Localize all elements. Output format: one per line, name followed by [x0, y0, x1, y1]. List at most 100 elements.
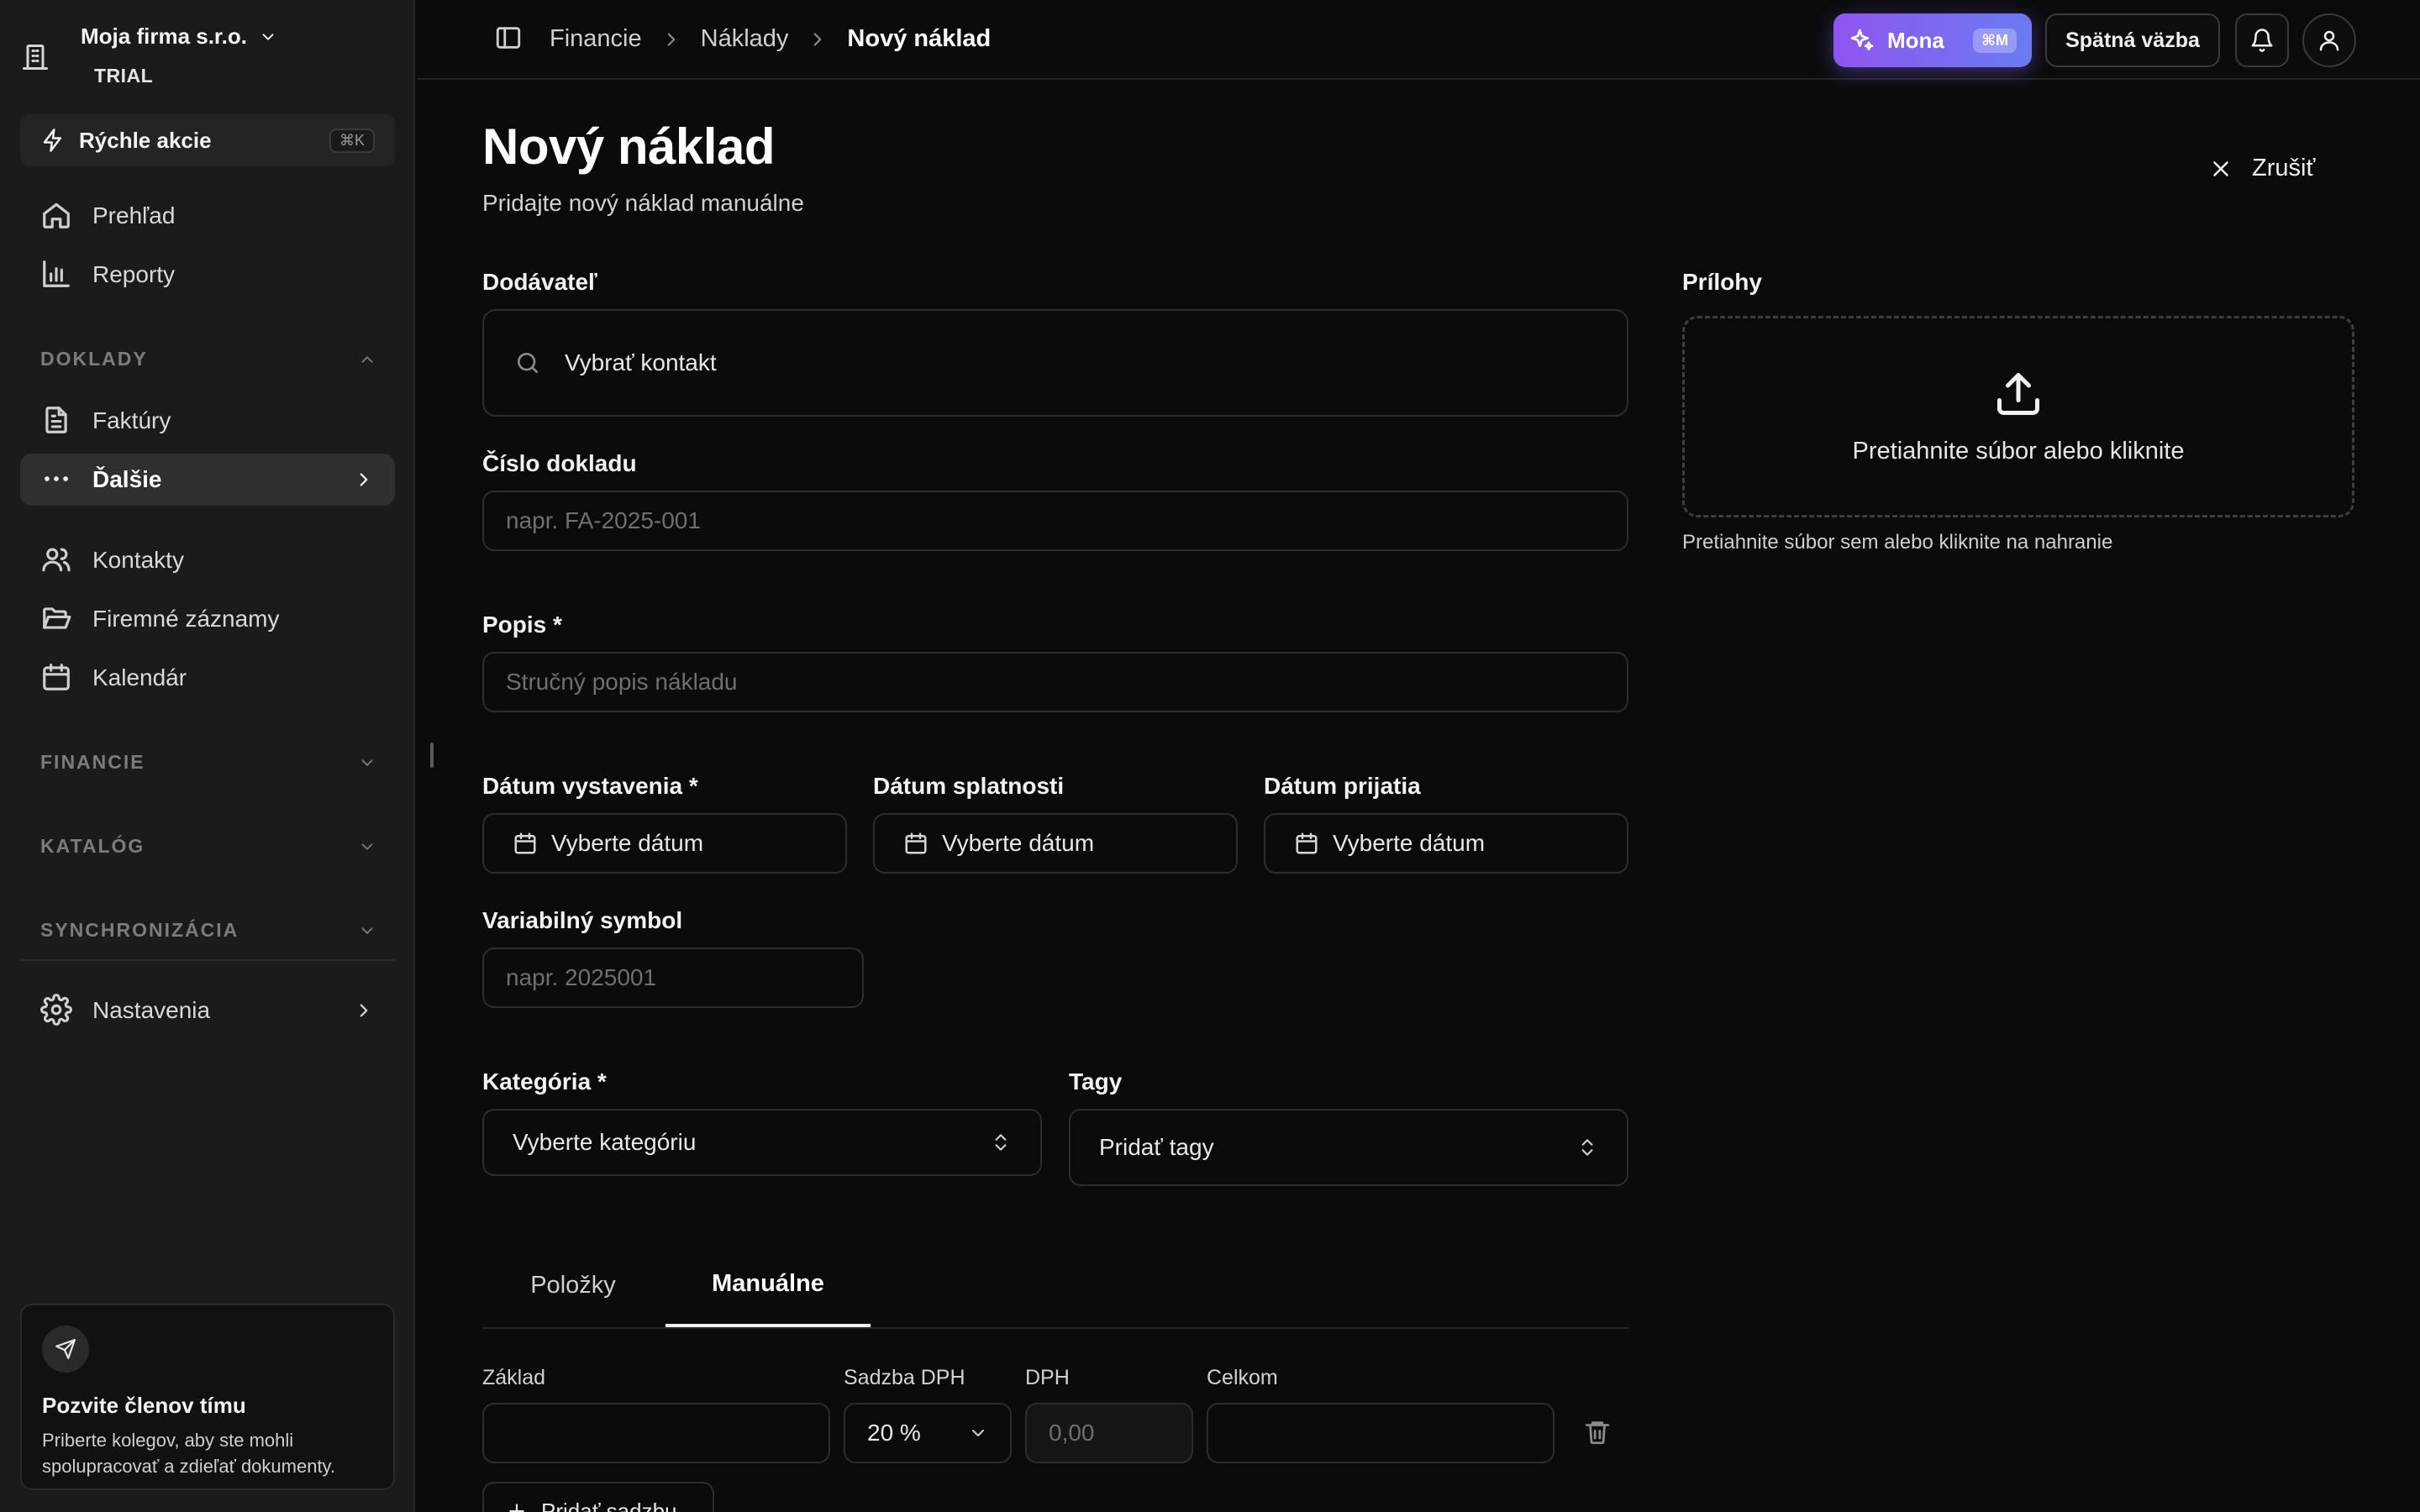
category-value: Vyberte kategóriu: [513, 1129, 697, 1155]
variable-symbol-placeholder: napr. 2025001: [506, 964, 657, 990]
breadcrumb-current: Nový náklad: [847, 25, 992, 52]
doc-number-input[interactable]: napr. FA-2025-001: [482, 491, 1628, 551]
description-placeholder: Stručný popis nákladu: [506, 669, 738, 695]
mona-assistant-button[interactable]: Mona ⌘M: [1833, 13, 2032, 67]
variable-symbol-input[interactable]: napr. 2025001: [482, 948, 864, 1008]
add-rate-button[interactable]: Pridať sadzbu: [482, 1482, 714, 1512]
cancel-button[interactable]: Zrušiť: [2208, 155, 2315, 182]
sidebar-item-label: Faktúry: [92, 407, 171, 433]
sidebar-item-settings[interactable]: Nastavenia: [20, 984, 395, 1037]
supplier-label: Dodávateľ: [482, 269, 597, 295]
upload-icon: [1993, 369, 2044, 419]
tags-value: Pridať tagy: [1099, 1134, 1214, 1160]
sidebar-item-contacts[interactable]: Kontakty: [20, 534, 395, 586]
base-label: Základ: [482, 1366, 546, 1389]
due-date-label: Dátum splatnosti: [873, 773, 1065, 799]
invite-text: Priberte kolegov, aby ste mohli spolupra…: [42, 1430, 336, 1477]
issue-date-label: Dátum vystavenia *: [482, 773, 698, 799]
chevrons-up-down-icon: [990, 1131, 1012, 1153]
due-date-picker[interactable]: Vyberte dátum: [873, 813, 1238, 874]
sidebar-resize-handle[interactable]: [430, 743, 434, 768]
building-icon: [20, 42, 57, 79]
breadcrumb-item-costs[interactable]: Náklady: [701, 25, 789, 53]
section-label: FINANCIE: [40, 751, 145, 773]
sidebar-item-overview[interactable]: Prehľad: [20, 190, 395, 242]
description-input[interactable]: Stručný popis nákladu: [482, 652, 1628, 712]
trash-icon[interactable]: [1583, 1418, 1612, 1446]
org-switcher[interactable]: Moja firma s.r.o. TRIAL: [20, 20, 277, 87]
total-amount-input[interactable]: [1207, 1403, 1555, 1463]
received-date-label: Dátum prijatia: [1264, 773, 1421, 799]
vat-label: DPH: [1025, 1366, 1070, 1389]
vat-rate-select[interactable]: 20 %: [844, 1403, 1012, 1463]
user-menu-button[interactable]: [2302, 13, 2356, 67]
quick-actions-button[interactable]: Rýchle akcie ⌘K: [20, 114, 395, 166]
add-rate-label: Pridať sadzbu: [541, 1498, 677, 1512]
attachment-hint: Pretiahnite súbor sem alebo kliknite na …: [1682, 531, 2113, 554]
users-icon: [40, 543, 74, 577]
sidebar-item-label: Kontakty: [92, 547, 184, 573]
dropzone-text: Pretiahnite súbor alebo kliknite: [1852, 437, 2185, 465]
chevrons-up-down-icon: [1576, 1137, 1598, 1158]
section-label: KATALÓG: [40, 835, 145, 857]
category-select[interactable]: Vyberte kategóriu: [482, 1109, 1042, 1176]
issue-date-picker[interactable]: Vyberte dátum: [482, 813, 847, 874]
plan-badge: TRIAL: [94, 65, 154, 87]
sidebar-divider: [20, 959, 395, 961]
tags-select[interactable]: Pridať tagy: [1069, 1109, 1628, 1186]
sidebar-item-label: Nastavenia: [92, 997, 211, 1023]
invite-card[interactable]: Pozvite členov tímu Priberte kolegov, ab…: [20, 1304, 395, 1490]
file-text-icon: [40, 404, 74, 438]
sidebar-item-more[interactable]: Ďalšie: [20, 454, 395, 506]
section-documents[interactable]: DOKLADY: [40, 348, 376, 370]
chevron-down-icon: [358, 921, 376, 940]
section-finance[interactable]: FINANCIE: [40, 751, 376, 774]
vat-rate-label: Sadzba DPH: [844, 1366, 965, 1389]
base-amount-input[interactable]: [482, 1403, 830, 1463]
sidebar-item-calendar[interactable]: Kalendár: [20, 652, 395, 704]
sidebar-item-records[interactable]: Firemné záznamy: [20, 593, 395, 645]
home-icon: [40, 199, 74, 233]
shortcut-badge: ⌘K: [329, 128, 375, 153]
sidebar-toggle-icon[interactable]: [494, 24, 524, 54]
section-sync[interactable]: SYNCHRONIZÁCIA: [40, 919, 376, 942]
chevron-right-icon: [353, 1000, 375, 1021]
section-catalog[interactable]: KATALÓG: [40, 835, 376, 858]
variable-symbol-label: Variabilný symbol: [482, 907, 683, 933]
bell-icon: [2249, 28, 2275, 53]
page-subtitle: Pridajte nový náklad manuálne: [482, 190, 804, 216]
feedback-button[interactable]: Spätná väzba: [2045, 13, 2220, 67]
folder-open-icon: [40, 602, 74, 636]
org-name: Moja firma s.r.o.: [81, 24, 247, 49]
tab-manual[interactable]: Manuálne: [666, 1243, 871, 1327]
attachment-dropzone[interactable]: Pretiahnite súbor alebo kliknite: [1682, 316, 2354, 517]
due-date-value: Vyberte dátum: [942, 830, 1095, 856]
supplier-placeholder: Vybrať kontakt: [565, 349, 717, 375]
received-date-picker[interactable]: Vyberte dátum: [1264, 813, 1628, 874]
invite-title: Pozvite členov tímu: [42, 1393, 246, 1418]
issue-date-value: Vyberte dátum: [551, 830, 704, 856]
doc-number-label: Číslo dokladu: [482, 450, 637, 476]
entry-mode-tabs: Položky Manuálne: [482, 1243, 1628, 1329]
sidebar-item-invoices[interactable]: Faktúry: [20, 395, 395, 447]
chevron-right-icon: [353, 469, 375, 491]
sidebar-item-reports[interactable]: Reporty: [20, 249, 395, 301]
tab-items[interactable]: Položky: [482, 1243, 664, 1327]
tags-label: Tagy: [1069, 1068, 1123, 1095]
calendar-icon: [513, 831, 538, 856]
section-label: SYNCHRONIZÁCIA: [40, 919, 239, 941]
chevron-right-icon: [660, 29, 682, 50]
notifications-button[interactable]: [2235, 13, 2289, 67]
feedback-label: Spätná väzba: [2065, 28, 2200, 52]
more-horizontal-icon: [40, 463, 74, 496]
quick-actions-label: Rýchle akcie: [79, 127, 212, 153]
supplier-select[interactable]: Vybrať kontakt: [482, 309, 1628, 417]
breadcrumb-item-finance[interactable]: Financie: [550, 25, 642, 53]
chevron-right-icon: [807, 29, 829, 50]
bar-chart-icon: [40, 258, 74, 291]
sidebar-item-label: Firemné záznamy: [92, 606, 280, 632]
sidebar-item-label: Reporty: [92, 261, 176, 287]
gear-icon: [40, 994, 74, 1027]
category-label: Kategória *: [482, 1068, 607, 1095]
mona-label: Mona: [1887, 27, 1944, 53]
